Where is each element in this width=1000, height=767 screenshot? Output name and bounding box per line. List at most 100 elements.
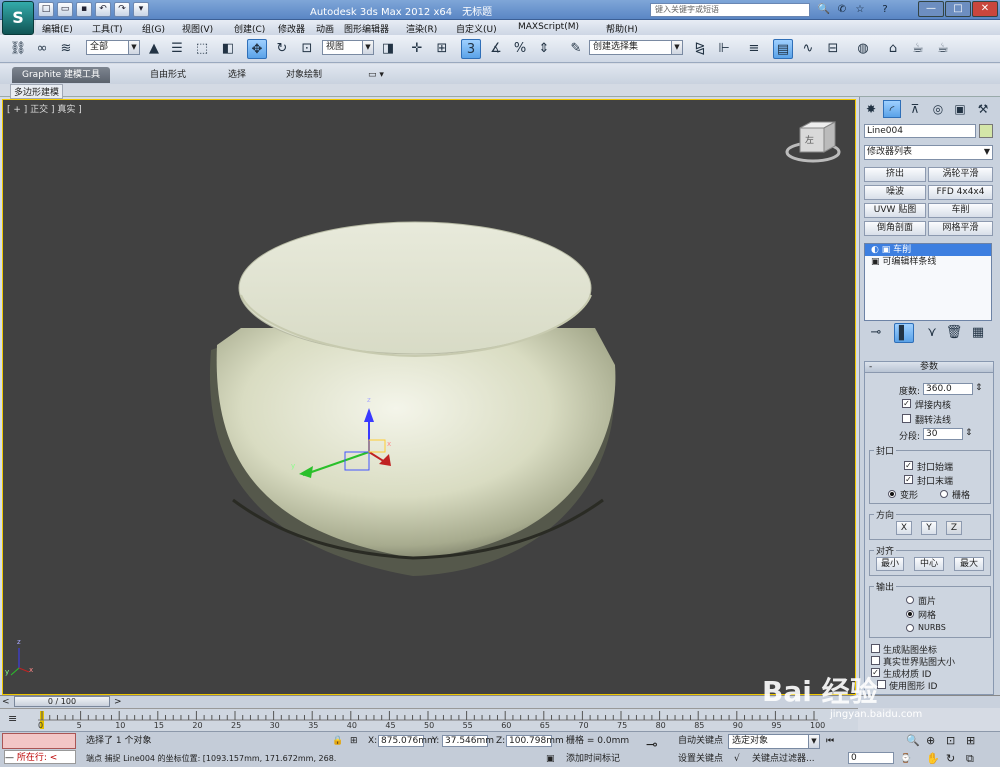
modifier-stack[interactable]: ◐ ▣ 车削 ▣ 可编辑样条线 xyxy=(864,243,992,321)
key-filters-icon[interactable]: √ xyxy=(734,752,740,766)
menu-customize[interactable]: 自定义(U) xyxy=(456,20,518,35)
output-patch-radio[interactable] xyxy=(906,596,914,604)
pin-stack-icon[interactable]: ⊸ xyxy=(866,323,886,343)
set-key-button[interactable]: 设置关键点 xyxy=(678,752,723,766)
menu-maxscript[interactable]: MAXScript(M) xyxy=(518,20,606,35)
key-icon[interactable]: ⊸ xyxy=(646,738,658,752)
tab-freeform[interactable]: 自由形式 xyxy=(140,67,196,83)
make-unique-icon[interactable]: ⋎ xyxy=(922,323,942,343)
modifier-noise-button[interactable]: 噪波 xyxy=(864,185,926,200)
grid-radio[interactable] xyxy=(940,490,948,498)
output-mesh-radio[interactable] xyxy=(906,610,914,618)
align-max-button[interactable]: 最大 xyxy=(954,557,984,571)
communication-icon[interactable]: ✆ xyxy=(833,2,851,18)
pivot-center-icon[interactable]: ◨ xyxy=(378,39,398,59)
ref-coord-dropdown[interactable]: 视图 ▼ xyxy=(322,40,374,55)
favorites-icon[interactable]: ☆ xyxy=(851,2,869,18)
align-center-button[interactable]: 中心 xyxy=(914,557,944,571)
zoom-icon[interactable]: 🔍 xyxy=(906,734,920,748)
open-file-icon[interactable]: ▭ xyxy=(57,2,73,17)
viewcube-face-label[interactable]: 左 xyxy=(805,133,814,146)
configure-sets-icon[interactable]: ▦ xyxy=(968,323,988,343)
absolute-mode-icon[interactable]: ⊞ xyxy=(350,734,358,748)
modifier-meshsmooth-button[interactable]: 网格平滑 xyxy=(928,221,993,236)
search-icon[interactable]: 🔍 xyxy=(815,2,833,18)
morph-radio[interactable] xyxy=(888,490,896,498)
add-time-tag-button[interactable]: 添加时间标记 xyxy=(566,752,620,766)
weld-core-checkbox[interactable]: ✓ xyxy=(902,399,911,408)
time-tag-icon[interactable]: ▣ xyxy=(546,752,555,766)
lock-selection-icon[interactable]: 🔒 xyxy=(332,734,343,748)
bind-spacewarp-icon[interactable]: ≋ xyxy=(56,39,76,59)
segments-spinner-arrows-icon[interactable]: ⇕ xyxy=(965,428,973,438)
orbit-icon[interactable]: ↻ xyxy=(946,752,955,766)
tab-selection[interactable]: 选择 xyxy=(218,67,256,83)
time-config-icon[interactable]: ⌚ xyxy=(900,752,911,766)
save-icon[interactable]: ▪ xyxy=(76,2,92,17)
menu-help[interactable]: 帮助(H) xyxy=(606,20,656,35)
goto-start-icon[interactable]: ⏮ xyxy=(826,734,834,748)
named-selection-dropdown[interactable]: 创建选择集 ▼ xyxy=(589,40,683,55)
cap-end-checkbox[interactable]: ✓ xyxy=(904,475,913,484)
script-line-field[interactable]: — 所在行: < xyxy=(4,750,76,764)
modifier-turbosmooth-button[interactable]: 涡轮平滑 xyxy=(928,167,993,182)
select-rotate-icon[interactable]: ↻ xyxy=(272,39,292,59)
modifier-list-dropdown[interactable]: 修改器列表 ▼ xyxy=(864,145,993,160)
select-move-icon[interactable]: ✥ xyxy=(247,39,267,59)
zoom-all-icon[interactable]: ⊕ xyxy=(926,734,935,748)
modifier-bevel-profile-button[interactable]: 倒角剖面 xyxy=(864,221,926,236)
x-coord-field[interactable]: 875.076mm xyxy=(378,735,436,747)
degrees-spinner[interactable]: 360.0 xyxy=(923,383,973,395)
app-logo-button[interactable]: S xyxy=(2,1,34,35)
keyboard-shortcut-icon[interactable]: ⊞ xyxy=(432,39,452,59)
key-set-dropdown[interactable]: 选定对象 ▼ xyxy=(728,734,820,749)
menu-rendering[interactable]: 渲染(R) xyxy=(406,20,456,35)
material-editor-icon[interactable]: ◍ xyxy=(853,39,873,59)
modifier-ffd-button[interactable]: FFD 4x4x4 xyxy=(928,185,993,200)
flip-normals-checkbox[interactable] xyxy=(902,414,911,423)
maxscript-listener[interactable] xyxy=(2,733,76,749)
motion-tab-icon[interactable]: ◎ xyxy=(929,100,947,118)
angle-snap-icon[interactable]: ∡ xyxy=(486,39,506,59)
menu-edit[interactable]: 编辑(E) xyxy=(42,20,92,35)
z-coord-field[interactable]: 100.798mm xyxy=(506,735,564,747)
time-slider-thumb[interactable]: 0 / 100 xyxy=(14,696,110,707)
percent-snap-icon[interactable]: % xyxy=(510,39,530,59)
help-icon[interactable]: ? xyxy=(876,2,894,18)
layer-manager-icon[interactable]: ≡ xyxy=(744,39,764,59)
auto-key-button[interactable]: 自动关键点 xyxy=(678,734,723,748)
current-frame-field[interactable]: 0 xyxy=(848,752,894,764)
rect-selection-icon[interactable]: ⬚ xyxy=(192,39,212,59)
real-world-map-checkbox[interactable] xyxy=(871,656,880,665)
schematic-view-icon[interactable]: ⊟ xyxy=(823,39,843,59)
graphite-toggle-icon[interactable]: ▤ xyxy=(773,39,793,59)
pan-icon[interactable]: ✋ xyxy=(926,752,940,766)
object-name-field[interactable]: Line004 xyxy=(864,124,976,138)
stack-item-lathe[interactable]: ◐ ▣ 车削 xyxy=(865,244,991,256)
hierarchy-tab-icon[interactable]: ⊼ xyxy=(906,100,924,118)
modifier-extrude-button[interactable]: 挤出 xyxy=(864,167,926,182)
selection-filter-dropdown[interactable]: 全部 ▼ xyxy=(86,40,140,55)
direction-x-button[interactable]: X xyxy=(896,521,912,535)
rendered-frame-icon[interactable]: ☕ xyxy=(908,39,928,59)
polygon-modeling-label[interactable]: 多边形建模 xyxy=(10,84,64,99)
select-scale-icon[interactable]: ⊡ xyxy=(297,39,317,59)
remove-modifier-icon[interactable]: 🗑 xyxy=(944,323,964,343)
zoom-extents-icon[interactable]: ⊡ xyxy=(946,734,955,748)
display-tab-icon[interactable]: ▣ xyxy=(951,100,969,118)
ribbon-options-icon[interactable]: ▭ ▾ xyxy=(358,67,394,83)
segments-spinner[interactable]: 30 xyxy=(923,428,963,440)
degrees-spinner-arrows-icon[interactable]: ⇕ xyxy=(975,383,983,393)
perspective-viewport[interactable]: [ + ] 正交 ] 真实 ] z y x 左 z y x xyxy=(2,99,856,695)
cap-start-checkbox[interactable]: ✓ xyxy=(904,461,913,470)
select-manipulate-icon[interactable]: ✛ xyxy=(407,39,427,59)
select-by-name-icon[interactable]: ☰ xyxy=(167,39,187,59)
output-nurbs-radio[interactable] xyxy=(906,624,914,632)
menu-group[interactable]: 组(G) xyxy=(142,20,182,35)
time-next-icon[interactable]: > xyxy=(114,697,122,707)
gen-map-coords-checkbox[interactable] xyxy=(871,644,880,653)
minimize-button[interactable]: — xyxy=(918,1,944,17)
align-icon[interactable]: ⊩ xyxy=(714,39,734,59)
zoom-extents-all-icon[interactable]: ⊞ xyxy=(966,734,975,748)
qa-dropdown-icon[interactable]: ▾ xyxy=(133,2,149,17)
